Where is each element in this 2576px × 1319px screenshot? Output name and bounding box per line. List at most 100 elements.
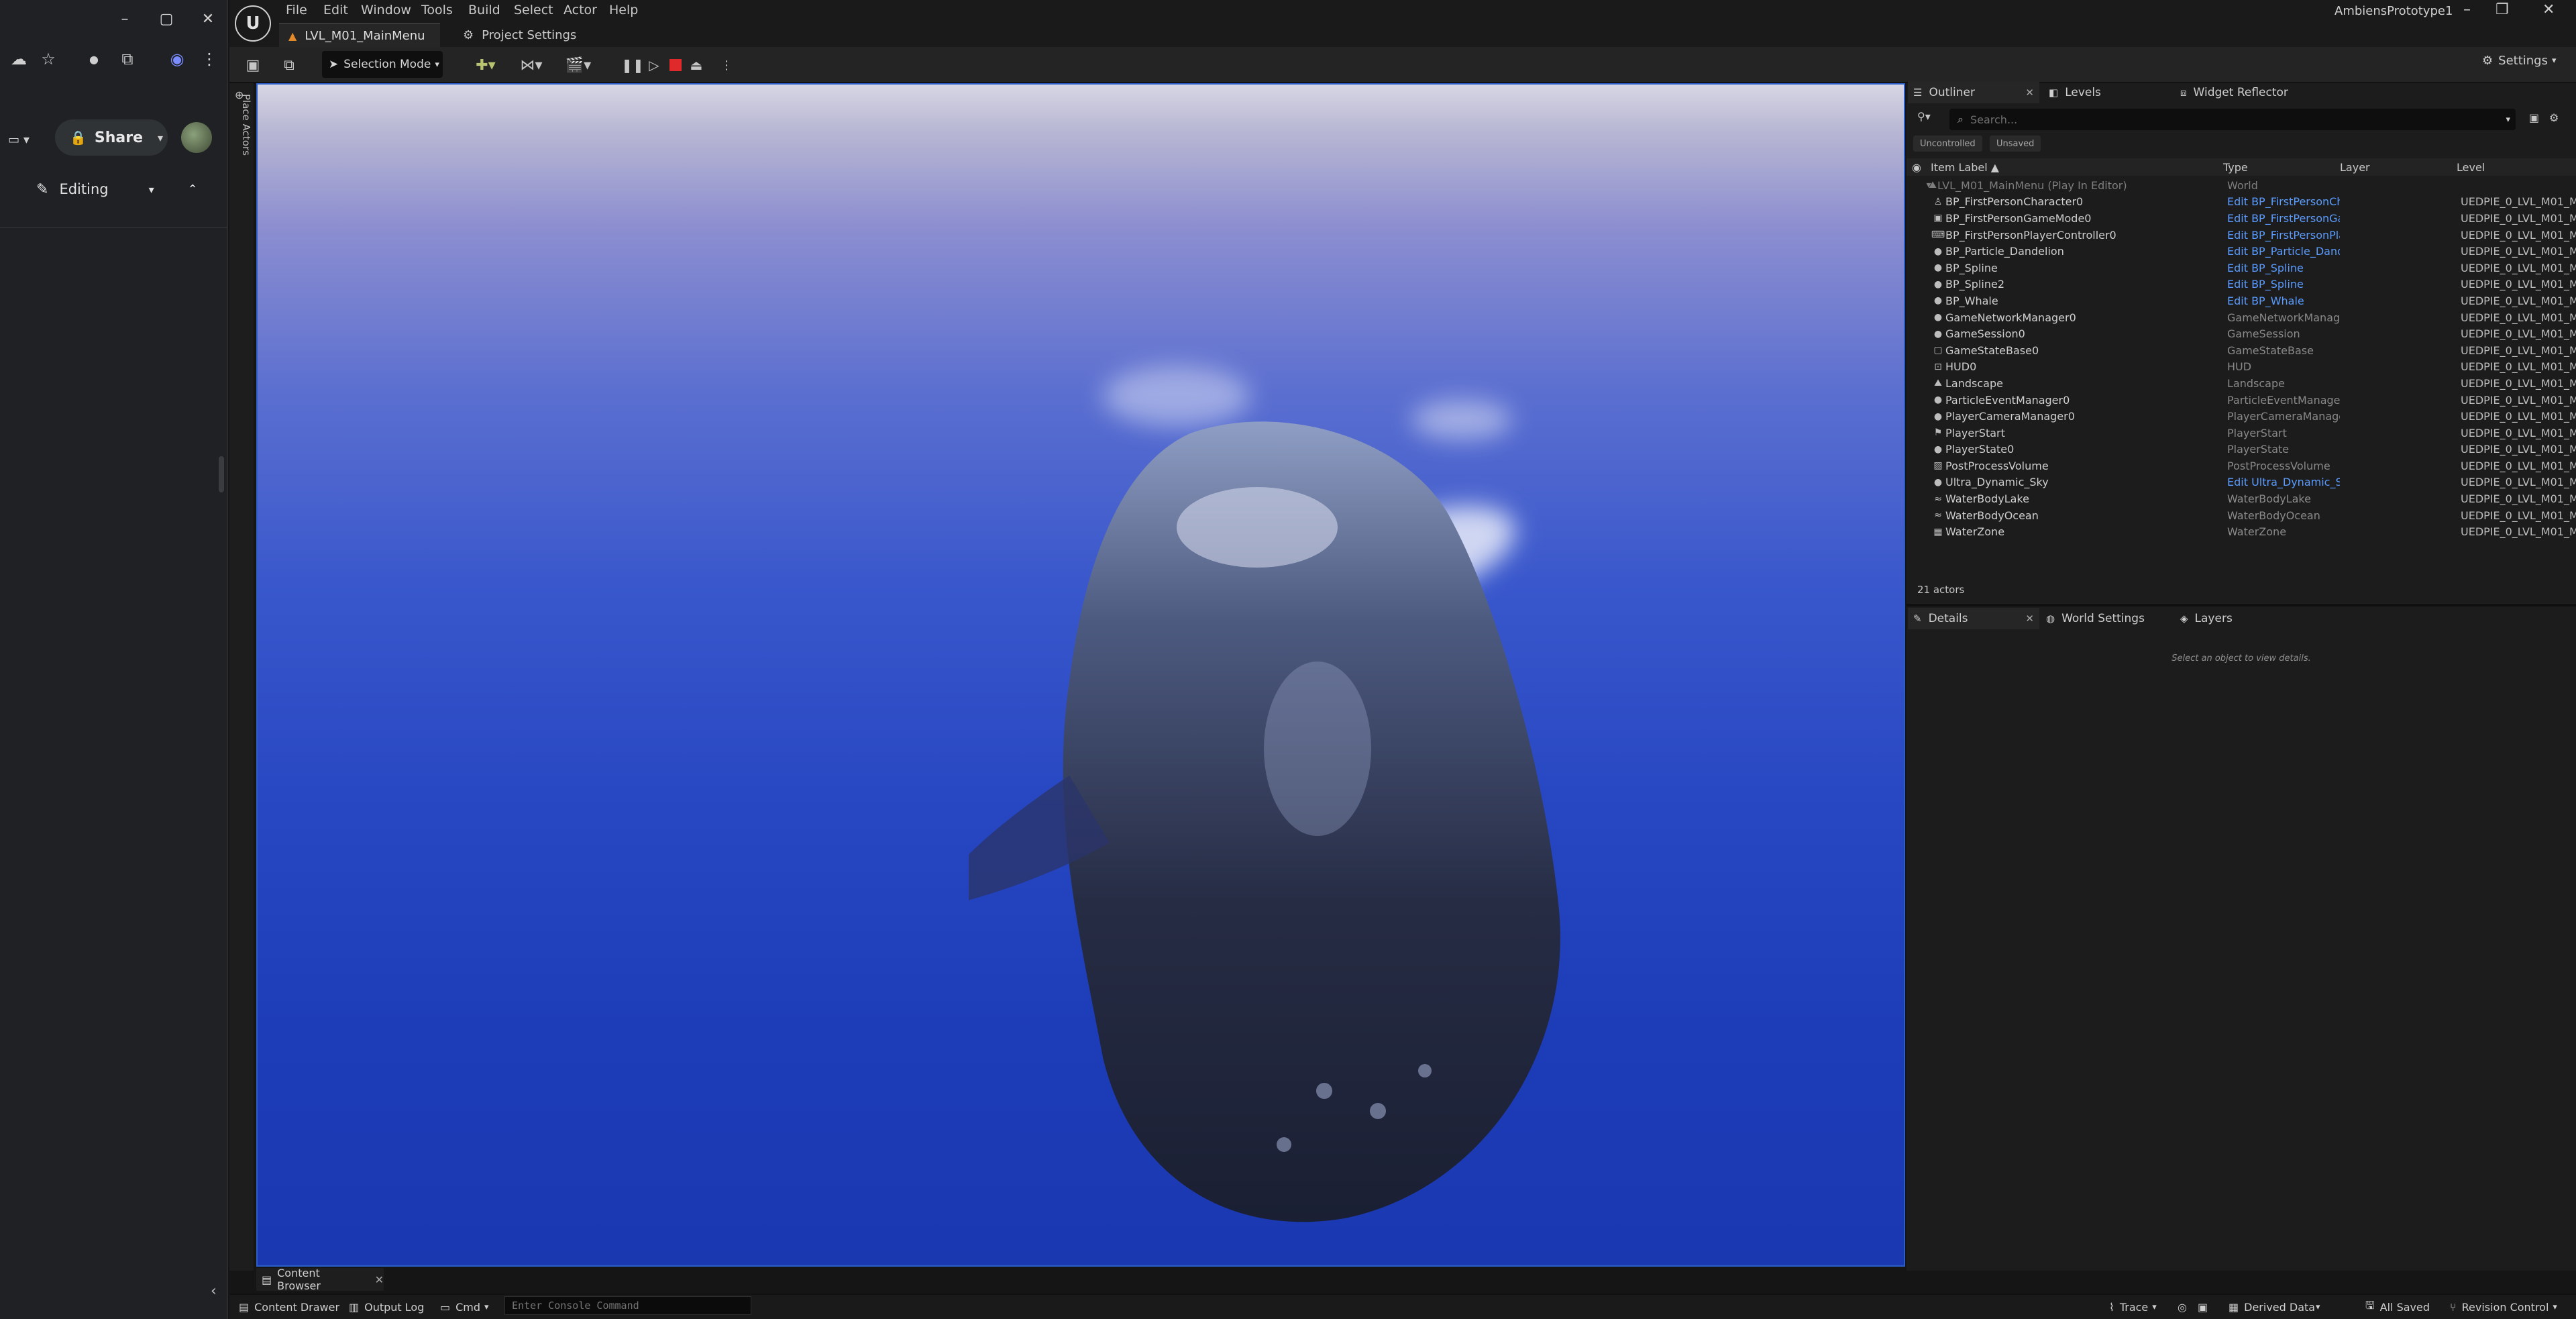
close-icon[interactable]: ✕ — [375, 1273, 384, 1286]
place-actors-tab[interactable]: Place Actors — [231, 94, 252, 181]
selection-mode-dropdown[interactable]: ➤ Selection Mode ▾ — [322, 51, 443, 78]
chevron-down-icon[interactable]: ▾ — [149, 183, 154, 196]
menu-select[interactable]: Select — [514, 3, 553, 17]
outliner-row[interactable]: ≈ WaterBodyOcean WaterBodyOcean UEDPIE_0_LV… — [1907, 507, 2576, 524]
menu-build[interactable]: Build — [468, 3, 500, 17]
close-icon[interactable]: ✕ — [195, 5, 221, 32]
tab-details[interactable]: ✎ Details ✕ — [1908, 608, 2039, 629]
outliner-row[interactable]: ● GameNetworkManager0 GameNetworkManage UED… — [1907, 309, 2576, 326]
edit-blueprint-link[interactable]: Edit BP_FirstPersonPla — [2227, 229, 2340, 242]
outliner-row[interactable]: ≈ WaterBodyLake WaterBodyLake UEDPIE_0_LVL_… — [1907, 490, 2576, 507]
revision-control-button[interactable]: ⑂ Revision Control ▾ — [2450, 1298, 2557, 1316]
derived-data-button[interactable]: ▦ Derived Data — [2229, 1298, 2315, 1316]
tab-outliner[interactable]: ☰ Outliner ✕ — [1908, 82, 2039, 103]
console-input[interactable] — [504, 1296, 751, 1315]
chip-unsaved[interactable]: Unsaved — [1990, 136, 2041, 152]
all-saved-button[interactable]: 🖫 All Saved — [2365, 1298, 2430, 1316]
outliner-world-row[interactable]: ▾ ⛰ LVL_M01_MainMenu (Play In Editor) Wo… — [1907, 177, 2576, 194]
scrollbar[interactable] — [219, 456, 224, 492]
outliner-row[interactable]: ● ParticleEventManager0 ParticleEventManag… — [1907, 392, 2576, 409]
edit-blueprint-link[interactable]: Edit Ultra_Dynamic_Sk — [2227, 476, 2340, 488]
edit-blueprint-link[interactable]: Edit BP_Spline — [2227, 278, 2340, 291]
outliner-row[interactable]: ⊡ HUD0 HUD UEDPIE_0_LVL_M01_M — [1907, 359, 2576, 376]
menu-tools[interactable]: Tools — [421, 3, 453, 17]
outliner-row[interactable]: ▣ BP_FirstPersonGameMode0 Edit BP_FirstPer… — [1907, 210, 2576, 227]
stop-icon[interactable] — [667, 54, 684, 76]
chevron-down-icon[interactable]: ▾ — [2506, 115, 2510, 125]
outliner-row[interactable]: ● GameSession0 GameSession UEDPIE_0_LVL_M01… — [1907, 325, 2576, 342]
dot-icon[interactable]: ● — [80, 46, 107, 72]
close-icon[interactable]: ✕ — [2025, 87, 2034, 99]
chevron-down-icon[interactable]: ▾ — [158, 131, 163, 144]
save-icon[interactable]: ▣ — [243, 54, 263, 76]
add-folder-icon[interactable]: ▣ — [2529, 111, 2539, 124]
outliner-search[interactable]: ⌕ Search... ▾ — [1949, 109, 2516, 130]
tab-levels[interactable]: ◧ Levels — [2046, 82, 2101, 103]
filter-icon[interactable]: ⚲▾ — [1917, 110, 1931, 123]
outliner-row[interactable]: ● Ultra_Dynamic_Sky Edit Ultra_Dynamic_Sk U… — [1907, 474, 2576, 491]
outliner-row[interactable]: ⚑ PlayerStart PlayerStart UEDPIE_0_LVL_M01_… — [1907, 425, 2576, 441]
cinematics-icon[interactable]: 🎬▾ — [561, 54, 596, 76]
add-actor-icon[interactable]: ✚▾ — [470, 54, 502, 76]
output-log-button[interactable]: ▥ Output Log — [349, 1298, 424, 1316]
outliner-row[interactable]: ● PlayerCameraManager0 PlayerCameraManage U… — [1907, 408, 2576, 425]
step-icon[interactable]: ▷ — [645, 54, 663, 76]
outliner-row[interactable]: ▦ WaterZone WaterZone UEDPIE_0_LVL_M01_M — [1907, 523, 2576, 540]
tab-world-settings[interactable]: ◍ World Settings — [2043, 608, 2145, 629]
share-button[interactable]: 🔒 Share ▾ — [55, 119, 168, 156]
menu-file[interactable]: File — [286, 3, 307, 17]
close-icon[interactable]: ✕ — [2025, 613, 2034, 625]
tab-project-settings[interactable]: ⚙ Project Settings — [463, 23, 576, 47]
cloud-sync-icon[interactable]: ☁ — [5, 46, 32, 72]
tab-widget-reflector[interactable]: ⧈ Widget Reflector — [2178, 82, 2288, 103]
unreal-logo-icon[interactable]: U — [235, 5, 271, 42]
minimize-icon[interactable]: – — [111, 5, 138, 32]
trace-dropdown[interactable]: ⌇ Trace ▾ — [2109, 1298, 2157, 1316]
chevron-down-icon[interactable]: ▾ — [2316, 1298, 2320, 1316]
cmd-dropdown[interactable]: ▭ Cmd ▾ — [440, 1298, 489, 1316]
outliner-row[interactable]: ▢ GameStateBase0 GameStateBase UEDPIE_0_LVL… — [1907, 342, 2576, 359]
tab-content-browser[interactable]: ▤ Content Browser ✕ — [256, 1267, 384, 1292]
menu-help[interactable]: Help — [609, 3, 638, 17]
visibility-eye-icon[interactable]: ◉ — [1912, 161, 1921, 174]
menu-window[interactable]: Window — [361, 3, 411, 17]
maximize-icon[interactable]: ▢ — [153, 5, 180, 32]
tab-level[interactable]: ▲ LVL_M01_MainMenu — [279, 23, 440, 47]
pause-icon[interactable]: ❚❚ — [621, 54, 644, 76]
avatar[interactable] — [181, 122, 212, 153]
edit-blueprint-link[interactable]: Edit BP_FirstPersonGa — [2227, 212, 2340, 225]
outliner-row[interactable]: ⌨ BP_FirstPersonPlayerController0 Edit BP_… — [1907, 227, 2576, 244]
minimize-icon[interactable]: – — [2463, 1, 2471, 18]
edit-blueprint-link[interactable]: Edit BP_Whale — [2227, 295, 2340, 307]
eject-icon[interactable]: ⏏ — [687, 54, 706, 76]
tab-layers[interactable]: ◈ Layers — [2178, 608, 2233, 629]
chip-uncontrolled[interactable]: Uncontrolled — [1913, 136, 1982, 152]
outliner-row[interactable]: ● BP_Whale Edit BP_Whale UEDPIE_0_LVL_M01_M — [1907, 293, 2576, 309]
outliner-row[interactable]: ⛰ Landscape Landscape UEDPIE_0_LVL_M01_M — [1907, 375, 2576, 392]
menu-edit[interactable]: Edit — [323, 3, 348, 17]
screenshot-icon[interactable]: ▣ — [2198, 1298, 2208, 1316]
menu-actor[interactable]: Actor — [564, 3, 597, 17]
level-viewport[interactable] — [256, 83, 1905, 1267]
close-icon[interactable]: ✕ — [2542, 1, 2555, 18]
record-icon[interactable]: ◎ — [2178, 1298, 2187, 1316]
column-level[interactable]: Level — [2457, 161, 2485, 174]
content-icon[interactable]: ⧉ — [278, 54, 301, 76]
settings-button[interactable]: ⚙ Settings ▾ — [2482, 54, 2557, 68]
chevron-left-icon[interactable]: ‹ — [211, 1283, 217, 1300]
outliner-row[interactable]: ● BP_Spline Edit BP_Spline UEDPIE_0_LVL_M01… — [1907, 260, 2576, 276]
extensions-icon[interactable]: ⧉ — [114, 46, 141, 72]
column-item-label[interactable]: Item Label ▲ — [1931, 161, 1999, 174]
outliner-row[interactable]: ▨ PostProcessVolume PostProcessVolume UEDPI… — [1907, 458, 2576, 474]
outliner-row[interactable]: ● BP_Spline2 Edit BP_Spline UEDPIE_0_LVL_M0… — [1907, 276, 2576, 293]
profile-icon[interactable]: ◉ — [164, 46, 191, 72]
more-icon[interactable]: ⋮ — [196, 46, 223, 72]
editing-mode-button[interactable]: ✎ Editing ▾ ⌃ — [36, 176, 198, 203]
edit-blueprint-link[interactable]: Edit BP_FirstPersonCh — [2227, 195, 2340, 208]
gear-icon[interactable]: ⚙ — [2549, 111, 2559, 124]
chevron-up-icon[interactable]: ⌃ — [188, 182, 198, 197]
more-options-icon[interactable]: ⋮ — [720, 54, 733, 76]
restore-icon[interactable]: ❐ — [2496, 1, 2509, 18]
outliner-row[interactable]: ● BP_Particle_Dandelion Edit BP_Particle_D… — [1907, 243, 2576, 260]
content-drawer-button[interactable]: ▤ Content Drawer — [239, 1298, 339, 1316]
